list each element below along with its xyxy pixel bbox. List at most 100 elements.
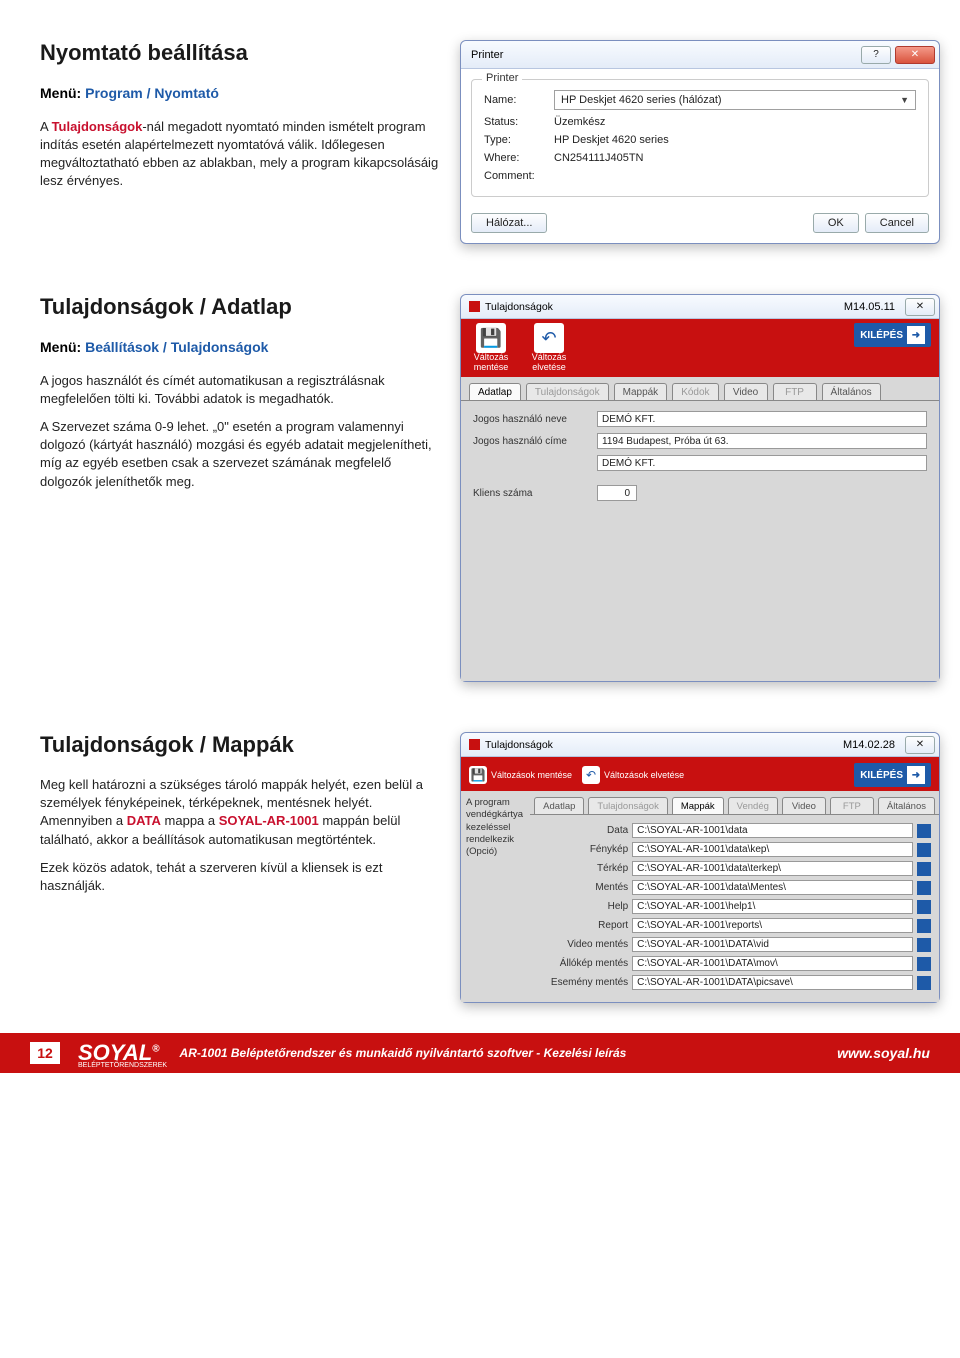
browse-button[interactable] bbox=[917, 900, 931, 914]
printer-status-label: Status: bbox=[484, 116, 544, 128]
section3-p1: Meg kell határozni a szükséges tároló ma… bbox=[40, 776, 440, 849]
folder-row: Fénykép C:\SOYAL-AR-1001\data\kep\ bbox=[538, 842, 931, 857]
printer-type-label: Type: bbox=[484, 134, 544, 146]
adatlap-window: Tulajdonságok M14.05.11 ✕ 💾 Változás men… bbox=[460, 294, 940, 682]
section2-menu: Menü: Beállítások / Tulajdonságok bbox=[40, 338, 440, 358]
browse-button[interactable] bbox=[917, 938, 931, 952]
exit-button[interactable]: KILÉPÉS ➜ bbox=[854, 763, 931, 787]
adatlap-version: M14.05.11 bbox=[844, 301, 895, 313]
printer-status-value: Üzemkész bbox=[554, 116, 916, 128]
browse-button[interactable] bbox=[917, 824, 931, 838]
help-button[interactable]: ? bbox=[861, 46, 891, 64]
mappak-window: Tulajdonságok M14.02.28 ✕ 💾 Változások m… bbox=[460, 732, 940, 1003]
client-number-input[interactable]: 0 bbox=[597, 485, 637, 501]
tab-video[interactable]: Video bbox=[782, 797, 826, 814]
tab-tulajdonságok[interactable]: Tulajdonságok bbox=[588, 797, 667, 814]
tab-video[interactable]: Video bbox=[724, 383, 768, 400]
folder-path-input[interactable]: C:\SOYAL-AR-1001\data\kep\ bbox=[632, 842, 913, 857]
mappak-side-note: A program vendégkártya kezeléssel rendel… bbox=[461, 791, 530, 1002]
page-number: 12 bbox=[30, 1042, 60, 1064]
printer-dialog-title: Printer bbox=[471, 49, 503, 61]
folder-path-input[interactable]: C:\SOYAL-AR-1001\help1\ bbox=[632, 899, 913, 914]
browse-button[interactable] bbox=[917, 957, 931, 971]
printer-comment-label: Comment: bbox=[484, 170, 544, 182]
user-name-input[interactable]: DEMÓ KFT. bbox=[597, 411, 927, 427]
window-close-button[interactable]: ✕ bbox=[905, 736, 935, 754]
tab-általános[interactable]: Általános bbox=[878, 797, 935, 814]
undo-icon: ↶ bbox=[534, 323, 564, 353]
tab-adatlap[interactable]: Adatlap bbox=[534, 797, 584, 814]
folder-path-input[interactable]: C:\SOYAL-AR-1001\data bbox=[632, 823, 913, 838]
folder-path-input[interactable]: C:\SOYAL-AR-1001\data\Mentes\ bbox=[632, 880, 913, 895]
folder-path-input[interactable]: C:\SOYAL-AR-1001\DATA\picsave\ bbox=[632, 975, 913, 990]
printer-dialog-titlebar: Printer ? ✕ bbox=[461, 41, 939, 69]
app-icon bbox=[469, 301, 480, 312]
tab-mappák[interactable]: Mappák bbox=[614, 383, 668, 400]
save-changes-button[interactable]: 💾 Változás mentése bbox=[469, 323, 513, 375]
mappak-version: M14.02.28 bbox=[843, 739, 895, 751]
browse-button[interactable] bbox=[917, 919, 931, 933]
printer-name-label: Name: bbox=[484, 94, 544, 106]
section1-menu: Menü: Program / Nyomtató bbox=[40, 84, 440, 104]
folder-label: Mentés bbox=[538, 882, 628, 893]
folder-label: Report bbox=[538, 920, 628, 931]
printer-where-label: Where: bbox=[484, 152, 544, 164]
tab-ftp[interactable]: FTP bbox=[773, 383, 817, 400]
tab-mappák[interactable]: Mappák bbox=[672, 797, 724, 814]
tab-adatlap[interactable]: Adatlap bbox=[469, 383, 521, 400]
tab-tulajdonságok[interactable]: Tulajdonságok bbox=[526, 383, 609, 400]
folder-row: Video mentésC:\SOYAL-AR-1001\DATA\vid bbox=[538, 937, 931, 952]
tab-általános[interactable]: Általános bbox=[822, 383, 881, 400]
adatlap-title: Tulajdonságok bbox=[469, 301, 553, 313]
folder-row: Data C:\SOYAL-AR-1001\data bbox=[538, 823, 931, 838]
soyal-logo: SOYAL® BELÉPTETŐRENDSZEREK bbox=[78, 1040, 160, 1066]
halozat-button[interactable]: Hálózat... bbox=[471, 213, 547, 233]
browse-button[interactable] bbox=[917, 843, 931, 857]
section1-heading: Nyomtató beállítása bbox=[40, 40, 440, 66]
exit-button[interactable]: KILÉPÉS ➜ bbox=[854, 323, 931, 347]
chevron-down-icon: ▼ bbox=[900, 95, 909, 105]
printer-fieldset-legend: Printer bbox=[482, 72, 522, 84]
user-address-input[interactable]: 1194 Budapest, Próba út 63. bbox=[597, 433, 927, 449]
close-button[interactable]: ✕ bbox=[895, 46, 935, 64]
undo-changes-button[interactable]: ↶ Változások elvetése bbox=[582, 766, 684, 784]
footer-doc-title: AR-1001 Beléptetőrendszer és munkaidő ny… bbox=[180, 1046, 838, 1060]
adatlap-tabs-row: Adatlap Tulajdonságok MappákKódok Video FTP Á… bbox=[461, 377, 939, 401]
printer-dialog: Printer ? ✕ Printer Name: HP Deskjet 462… bbox=[460, 40, 940, 244]
folder-label: Esemény mentés bbox=[538, 977, 628, 988]
tab-vendég[interactable]: Vendég bbox=[728, 797, 778, 814]
folder-label: Data bbox=[538, 825, 628, 836]
printer-type-value: HP Deskjet 4620 series bbox=[554, 134, 916, 146]
exit-icon: ➜ bbox=[907, 326, 925, 344]
folder-path-input[interactable]: C:\SOYAL-AR-1001\data\terkep\ bbox=[632, 861, 913, 876]
user-name2-input[interactable]: DEMÓ KFT. bbox=[597, 455, 927, 471]
ok-button[interactable]: OK bbox=[813, 213, 859, 233]
folder-row: Mentés C:\SOYAL-AR-1001\data\Mentes\ bbox=[538, 880, 931, 895]
folder-row: TérképC:\SOYAL-AR-1001\data\terkep\ bbox=[538, 861, 931, 876]
printer-name-dropdown[interactable]: HP Deskjet 4620 series (hálózat) ▼ bbox=[554, 90, 916, 110]
app-icon bbox=[469, 739, 480, 750]
undo-changes-button[interactable]: ↶ Változás elvetése bbox=[527, 323, 571, 375]
save-icon: 💾 bbox=[469, 766, 487, 784]
folder-path-input[interactable]: C:\SOYAL-AR-1001\reports\ bbox=[632, 918, 913, 933]
section3-p2: Ezek közös adatok, tehát a szerveren kív… bbox=[40, 859, 440, 895]
folder-label: Állókép mentés bbox=[538, 958, 628, 969]
save-changes-button[interactable]: 💾 Változások mentése bbox=[469, 766, 572, 784]
browse-button[interactable] bbox=[917, 976, 931, 990]
window-close-button[interactable]: ✕ bbox=[905, 298, 935, 316]
browse-button[interactable] bbox=[917, 862, 931, 876]
folder-path-input[interactable]: C:\SOYAL-AR-1001\DATA\mov\ bbox=[632, 956, 913, 971]
browse-button[interactable] bbox=[917, 881, 931, 895]
tab-ftp[interactable]: FTP bbox=[830, 797, 874, 814]
folder-path-input[interactable]: C:\SOYAL-AR-1001\DATA\vid bbox=[632, 937, 913, 952]
section3-heading: Tulajdonságok / Mappák bbox=[40, 732, 440, 758]
folder-row: Report C:\SOYAL-AR-1001\reports\ bbox=[538, 918, 931, 933]
tab-kódok[interactable]: Kódok bbox=[672, 383, 718, 400]
folder-label: Help bbox=[538, 901, 628, 912]
folder-label: Fénykép bbox=[538, 844, 628, 855]
cancel-button[interactable]: Cancel bbox=[865, 213, 929, 233]
exit-icon: ➜ bbox=[907, 766, 925, 784]
user-address-label: Jogos használó címe bbox=[473, 436, 591, 447]
client-number-label: Kliens száma bbox=[473, 488, 591, 499]
user-name-label: Jogos használó neve bbox=[473, 414, 591, 425]
